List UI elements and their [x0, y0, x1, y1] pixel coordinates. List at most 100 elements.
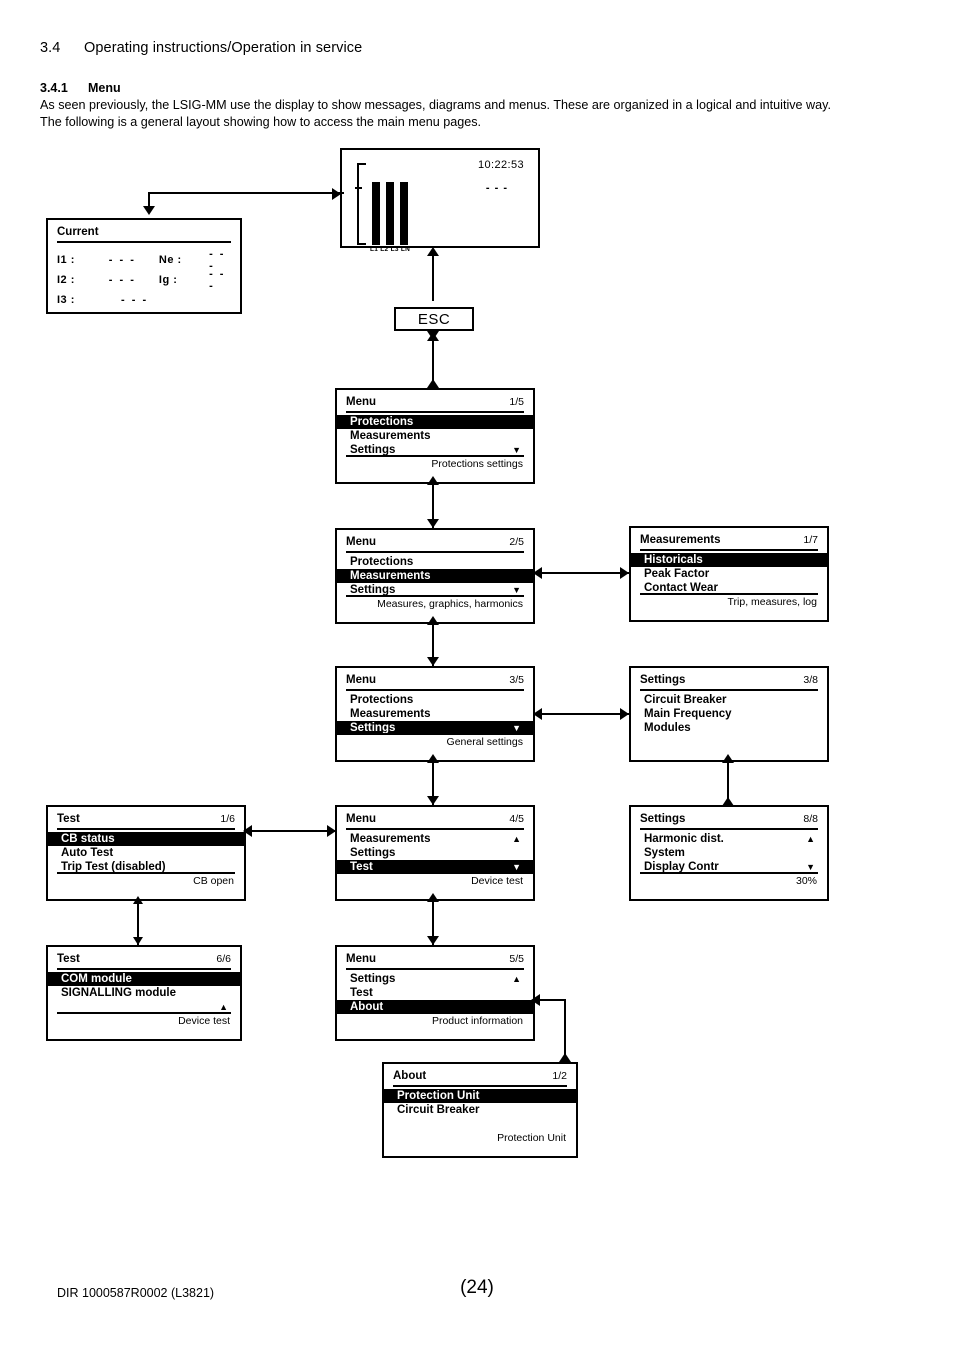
arrowhead-into-current — [143, 206, 155, 215]
display-clock: 10:22:53 — [477, 159, 524, 171]
panel-title: Measurements — [640, 534, 721, 546]
panel-divider — [346, 872, 524, 874]
menu-item-com-module[interactable]: COM module — [48, 972, 240, 986]
panel-header: Settings 8/8 — [640, 813, 818, 830]
menu-item-test[interactable]: Test — [346, 986, 524, 1000]
menu-item-circuit-breaker[interactable]: Circuit Breaker — [640, 693, 818, 707]
panel-rows: Protections Measurements Settings ▼ — [337, 693, 533, 735]
current-label-i1: I1 : — [57, 254, 75, 266]
menu-item-protections[interactable]: Protections — [337, 415, 533, 429]
menu-item-historicals[interactable]: Historicals — [631, 553, 827, 567]
menu-item-main-frequency[interactable]: Main Frequency — [640, 707, 818, 721]
menu-item-label: Measurements — [350, 833, 431, 845]
panel-rows: Settings ▲ Test About — [337, 972, 533, 1014]
menu-item-label: Settings — [350, 847, 396, 859]
chevron-up-icon: ▲ — [512, 973, 521, 984]
menu-item-label: Auto Test — [61, 847, 114, 859]
chevron-down-icon: ▼ — [512, 861, 521, 872]
menu-item-signalling-module[interactable]: SIGNALLING module — [57, 986, 231, 1000]
arrowhead-down-menu4 — [427, 796, 439, 805]
menu-item-label: COM module — [61, 973, 132, 985]
panel-page-indicator: 8/8 — [803, 813, 818, 825]
menu-item-measurements[interactable]: Measurements — [337, 569, 533, 583]
connector-about-horizontal — [538, 999, 566, 1001]
menu-item-measurements[interactable]: Measurements — [346, 707, 524, 721]
panel-rows: Protections Measurements Settings ▼ — [337, 555, 533, 597]
panel-page-indicator: 6/6 — [216, 953, 231, 965]
arrowhead-down-from-esc — [427, 331, 439, 340]
current-label-i2: I2 : — [57, 274, 75, 286]
menu-item-label: Measurements — [350, 570, 431, 582]
bargraph-scale-tick — [355, 187, 362, 189]
panel-status-text: General settings — [446, 736, 523, 748]
panel-header: Measurements 1/7 — [640, 534, 818, 551]
menu-item-peak-factor[interactable]: Peak Factor — [640, 567, 818, 581]
panel-title: Test — [57, 813, 80, 825]
menu-item-modules[interactable]: Modules — [640, 721, 818, 735]
panel-divider — [640, 593, 818, 595]
menu-item-auto-test[interactable]: Auto Test — [57, 846, 235, 860]
section-heading: 3.4 Operating instructions/Operation in s… — [40, 40, 362, 56]
arrowhead-up-test1 — [133, 896, 143, 904]
arrowhead-up-menu3 — [427, 754, 439, 763]
menu-item-system[interactable]: System — [640, 846, 818, 860]
panel-status-text: Measures, graphics, harmonics — [377, 598, 523, 610]
menu-item-settings[interactable]: Settings — [346, 846, 524, 860]
menu-item-circuit-breaker[interactable]: Circuit Breaker — [393, 1103, 567, 1117]
menu-item-label: System — [644, 847, 685, 859]
panel-header: Test 6/6 — [57, 953, 231, 970]
panel-status-text: Device test — [178, 1015, 230, 1027]
esc-button[interactable]: ESC — [394, 307, 474, 331]
panel-page-indicator: 1/2 — [552, 1070, 567, 1082]
panel-title: Menu — [346, 396, 377, 408]
menu-item-settings[interactable]: Settings ▲ — [346, 972, 524, 986]
arrowhead-left-menu2 — [533, 567, 542, 579]
panel-rows: Measurements ▲ Settings Test ▼ — [337, 832, 533, 874]
bargraph-bars — [372, 182, 408, 245]
panel-divider — [57, 872, 235, 874]
panel-header: Menu 5/5 — [346, 953, 524, 970]
panel-title: Menu — [346, 674, 377, 686]
panel-status-text: Protection Unit — [497, 1132, 566, 1144]
panel-rows: Protection Unit Circuit Breaker — [384, 1089, 576, 1131]
panel-divider — [346, 1012, 524, 1014]
connector-menu2-measurements — [535, 572, 629, 574]
current-panel-header: Current — [57, 226, 231, 243]
menu-item-label: Measurements — [350, 708, 431, 720]
arrowhead-left-test1 — [243, 825, 252, 837]
panel-page-indicator: 1/7 — [803, 534, 818, 546]
bargraph-phase-labels: L1 L2 L3 LN — [370, 246, 411, 253]
current-label-ig: Ig : — [158, 274, 178, 286]
panel-header: Menu 1/5 — [346, 396, 524, 413]
panel-page-indicator: 1/5 — [509, 396, 524, 408]
panel-header: Menu 4/5 — [346, 813, 524, 830]
menu-item-measurements[interactable]: Measurements — [346, 429, 524, 443]
panel-title: Test — [57, 953, 80, 965]
panel-divider — [57, 1012, 231, 1014]
panel-title: Settings — [640, 813, 686, 825]
arrowhead-right-measurements — [620, 567, 629, 579]
chevron-down-icon: ▼ — [512, 722, 521, 733]
arrowhead-up-menu2 — [427, 616, 439, 625]
menu-item-cb-status[interactable]: CB status — [48, 832, 244, 846]
menu-item-measurements[interactable]: Measurements ▲ — [346, 832, 524, 846]
menu-item-protections[interactable]: Protections — [346, 555, 524, 569]
test-panel-1-6: Test 1/6 CB status Auto Test Trip Test (… — [46, 805, 246, 901]
connector-display-esc — [432, 256, 434, 301]
current-value-ig: - - - — [209, 268, 226, 292]
menu-item-protections[interactable]: Protections — [346, 693, 524, 707]
panel-rows: COM module SIGNALLING module ▲ — [48, 972, 240, 1014]
panel-page-indicator: 3/5 — [509, 674, 524, 686]
arrowhead-down-menu2 — [427, 519, 439, 528]
menu-item-label: Protections — [350, 556, 414, 568]
current-label-i3: I3 : — [57, 294, 75, 306]
bargraph-bar-l1 — [372, 182, 380, 245]
panel-title: Menu — [346, 953, 377, 965]
arrowhead-left-menu3 — [533, 708, 542, 720]
menu-panel-2-5: Menu 2/5 Protections Measurements Settin… — [335, 528, 535, 624]
menu-item-label: Circuit Breaker — [397, 1104, 480, 1116]
display-value-dashes: - - - — [485, 182, 508, 194]
menu-item-protection-unit[interactable]: Protection Unit — [384, 1089, 576, 1103]
menu-item-harmonic-dist[interactable]: Harmonic dist. ▲ — [640, 832, 818, 846]
menu-item-label: Protection Unit — [397, 1090, 480, 1102]
